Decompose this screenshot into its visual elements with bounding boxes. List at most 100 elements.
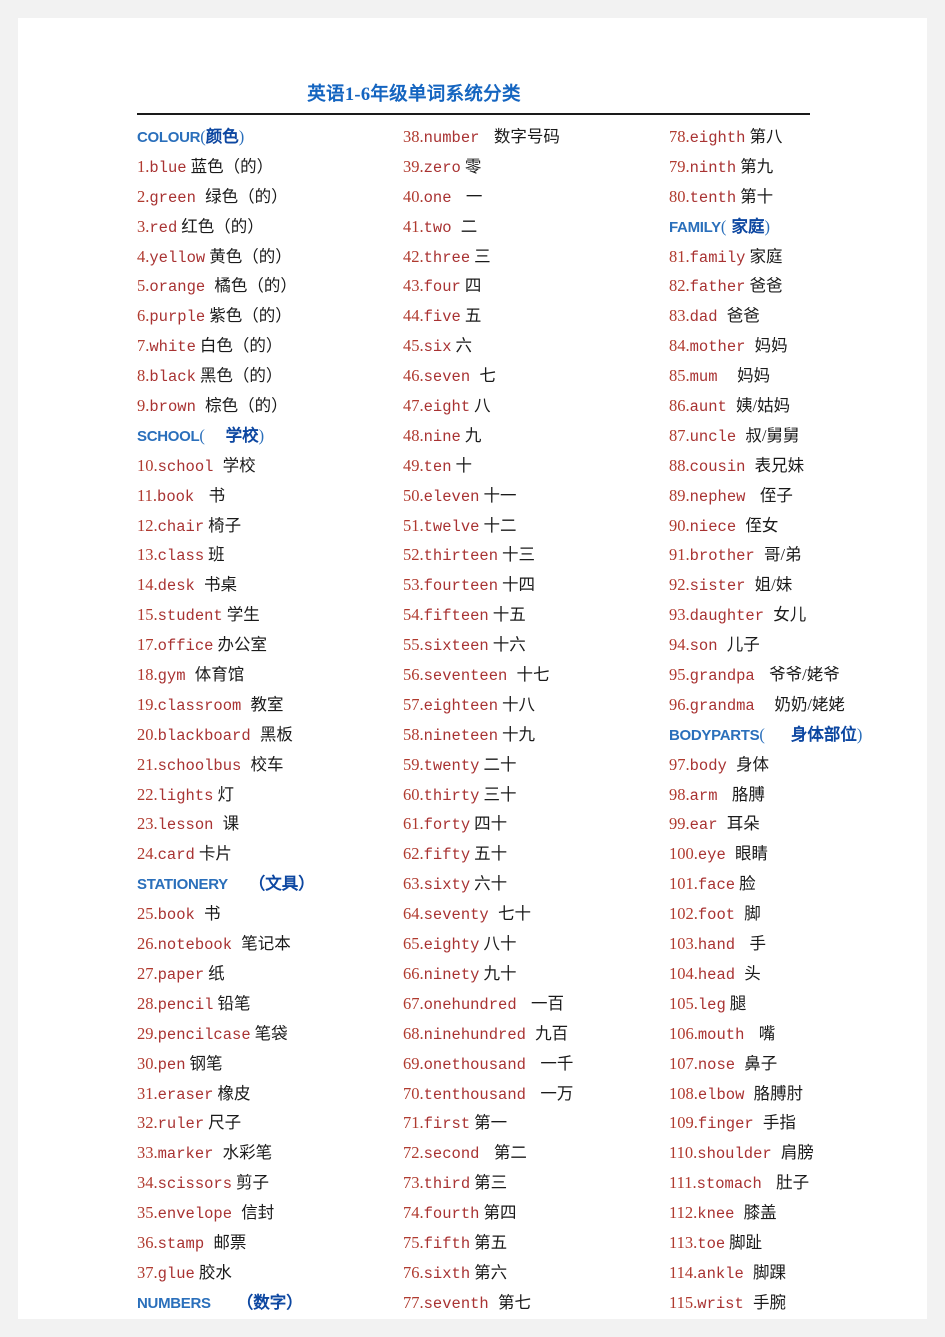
- entry-chinese-meaning: 头: [744, 963, 761, 983]
- entry-english-word: nephew: [689, 487, 746, 506]
- vocabulary-entry: 74.fourth 第四: [403, 1198, 673, 1228]
- entry-number: 75.: [403, 1232, 424, 1252]
- entry-chinese-meaning: 脸: [739, 874, 756, 894]
- entry-number: 7.: [137, 336, 150, 356]
- entry-number: 53.: [403, 575, 424, 595]
- entry-chinese-meaning: 妈妈: [754, 336, 788, 356]
- entry-chinese-meaning: 奶奶/姥姥: [774, 694, 845, 714]
- entry-chinese-meaning: 纸: [208, 963, 225, 983]
- vocabulary-entry: 11.book 书: [137, 481, 407, 511]
- entry-number: 11.: [137, 485, 158, 505]
- entry-english-word: toe: [697, 1234, 726, 1253]
- entry-chinese-meaning: 膝盖: [743, 1203, 777, 1223]
- entry-english-word: paper: [157, 965, 205, 984]
- entry-english-word: tenthousand: [423, 1085, 526, 1104]
- entry-chinese-meaning: 第三: [474, 1173, 508, 1193]
- entry-chinese-meaning: 一: [465, 186, 483, 206]
- entry-english-word: ninehundred: [423, 1025, 526, 1044]
- entry-number: 80.: [669, 186, 690, 206]
- entry-number: 114.: [669, 1262, 698, 1282]
- vocabulary-entry: 35.envelope 信封: [137, 1198, 407, 1228]
- entry-chinese-meaning: 眼睛: [734, 844, 768, 864]
- entry-english-word: eighth: [689, 129, 746, 147]
- entry-number: 44.: [403, 306, 424, 326]
- entry-english-word: nineteen: [423, 726, 499, 745]
- entry-english-word: office: [157, 637, 214, 656]
- entry-english-word: stomach: [696, 1175, 762, 1194]
- entry-english-word: ear: [689, 816, 718, 835]
- vocabulary-entry: 44.five 五: [403, 301, 673, 331]
- vocabulary-entry: 13.class 班: [137, 540, 407, 570]
- vocabulary-entry: 20.blackboard 黑板: [137, 720, 407, 750]
- entry-english-word: arm: [689, 786, 718, 805]
- vocabulary-entry: 114.ankle 脚踝: [669, 1258, 939, 1288]
- entry-chinese-meaning: 一百: [531, 993, 565, 1013]
- entry-number: 24.: [137, 844, 158, 864]
- entry-english-word: elbow: [697, 1085, 745, 1104]
- category-header-chinese: 学校: [225, 425, 259, 445]
- vocabulary-entry: 104.head 头: [669, 959, 939, 989]
- vocabulary-entry: 96.grandma 奶奶/姥姥: [669, 690, 939, 720]
- vocabulary-entry: 108.elbow 胳膊肘: [669, 1079, 939, 1109]
- entry-number: 87.: [669, 425, 690, 445]
- vocabulary-entry: 43.four 四: [403, 271, 673, 301]
- entry-number: 36.: [137, 1232, 158, 1252]
- entry-chinese-meaning: 十九: [502, 724, 536, 744]
- entry-chinese-meaning: 第六: [474, 1262, 508, 1282]
- entry-english-word: ninth: [689, 158, 737, 177]
- entry-number: 39.: [403, 156, 424, 176]
- entry-number: 107.: [669, 1053, 698, 1073]
- vocabulary-entry: 62.fifty 五十: [403, 839, 673, 869]
- entry-english-word: gym: [157, 667, 186, 686]
- vocabulary-entry: 76.sixth 第六: [403, 1258, 673, 1288]
- vocabulary-entry: 5.orange 橘色（的）: [137, 271, 407, 301]
- entry-english-word: number: [423, 129, 480, 147]
- entry-chinese-meaning: 第七: [497, 1292, 531, 1312]
- entry-chinese-meaning: 脚趾: [729, 1232, 763, 1252]
- entry-number: 62.: [403, 844, 424, 864]
- vocabulary-entry: 59.twenty 二十: [403, 750, 673, 780]
- entry-chinese-meaning: 十六: [492, 635, 526, 655]
- vocabulary-entry: 36.stamp 邮票: [137, 1228, 407, 1258]
- entry-number: 76.: [403, 1262, 424, 1282]
- entry-chinese-meaning: 六十: [474, 874, 508, 894]
- vocabulary-entry: 86.aunt 姨/姑妈: [669, 391, 939, 421]
- entry-english-word: yellow: [149, 248, 206, 267]
- vocabulary-entry: 39.zero 零: [403, 152, 673, 182]
- entry-chinese-meaning: 九: [464, 425, 482, 445]
- entry-number: 64.: [403, 904, 424, 924]
- entry-chinese-meaning: 脚: [744, 904, 761, 924]
- category-header-latin: COLOUR: [137, 129, 201, 146]
- entry-number: 92.: [669, 575, 690, 595]
- entry-chinese-meaning: 十八: [502, 694, 536, 714]
- document-page: 英语1-6年级单词系统分类 COLOUR(颜色) 1.blue 蓝色（的） 2.gre…: [18, 18, 927, 1319]
- entry-chinese-meaning: 十三: [502, 545, 536, 565]
- entry-english-word: knee: [697, 1205, 735, 1224]
- entry-number: 100.: [669, 844, 698, 864]
- entry-english-word: purple: [149, 308, 206, 327]
- vocabulary-entry: 32.ruler 尺子: [137, 1108, 407, 1138]
- vocabulary-entry: 22.lights 灯: [137, 780, 407, 810]
- entry-english-word: stamp: [157, 1234, 205, 1253]
- entry-number: 4.: [137, 246, 150, 266]
- vocabulary-entry: 100.eye 眼睛: [669, 839, 939, 869]
- vocabulary-entry: 103.hand 手: [669, 929, 939, 959]
- entry-number: 5.: [137, 276, 150, 296]
- entry-english-word: three: [423, 248, 471, 267]
- category-header-chinese: 身体部位: [790, 724, 857, 744]
- entry-english-word: family: [689, 248, 746, 267]
- entry-chinese-meaning: 第四: [483, 1203, 517, 1223]
- entry-number: 81.: [669, 246, 690, 266]
- entry-chinese-meaning: 九百: [535, 1023, 569, 1043]
- vocabulary-entry: 10.school 学校: [137, 451, 407, 481]
- entry-number: 45.: [403, 336, 424, 356]
- entry-english-word: eleven: [423, 487, 480, 506]
- entry-chinese-meaning: 第十: [740, 186, 774, 206]
- entry-chinese-meaning: 八十: [483, 934, 517, 954]
- entry-english-word: sixth: [423, 1264, 471, 1283]
- entry-english-word: fifth: [423, 1234, 471, 1253]
- entry-english-word: glue: [157, 1264, 195, 1283]
- entry-chinese-meaning: 爷爷/姥爷: [769, 665, 840, 685]
- entry-english-word: white: [149, 338, 196, 357]
- entry-english-word: fourteen: [423, 577, 499, 596]
